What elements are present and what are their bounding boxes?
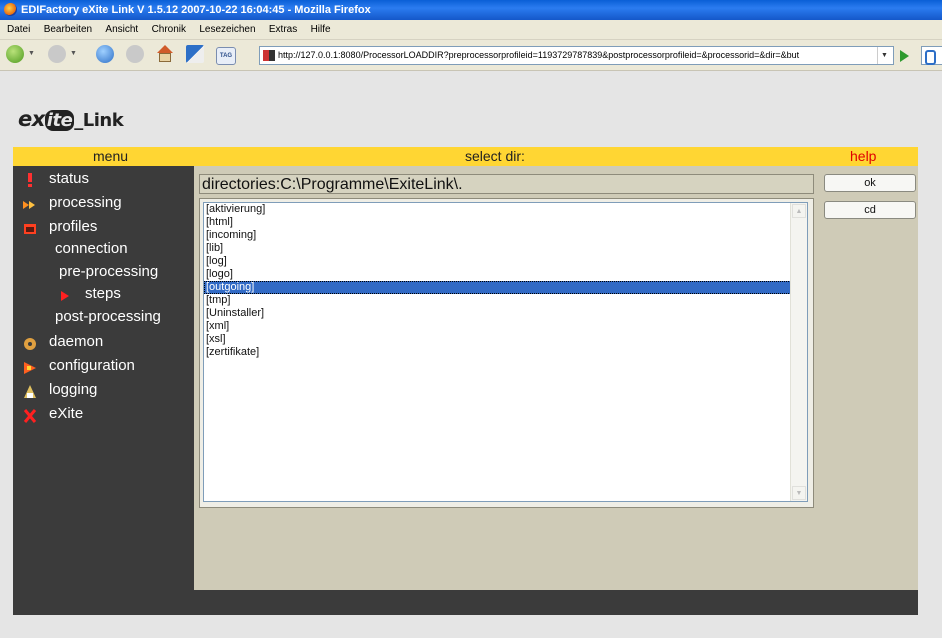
search-box[interactable]	[921, 46, 942, 65]
list-item[interactable]: [lib]	[204, 242, 807, 255]
forward-arrow-icon[interactable]	[48, 45, 66, 63]
listbox-scrollbar[interactable]: ▲ ▼	[790, 203, 807, 501]
scroll-up-icon[interactable]: ▲	[792, 204, 806, 218]
back-arrow-icon[interactable]	[6, 45, 24, 63]
exite-link-logo: ex ite _Link	[18, 107, 124, 131]
x-icon	[23, 409, 37, 423]
menu-ansicht[interactable]: Ansicht	[105, 20, 138, 39]
profile-icon	[23, 222, 36, 236]
url-text[interactable]: http://127.0.0.1:8080/ProcessorLOADDIR?p…	[278, 47, 874, 64]
list-item[interactable]: [zertifikate]	[204, 346, 807, 359]
menu-hilfe[interactable]: Hilfe	[311, 20, 331, 39]
list-item[interactable]: [logo]	[204, 268, 807, 281]
list-item[interactable]: [xml]	[204, 320, 807, 333]
forward-dropdown-icon[interactable]: ▼	[70, 50, 77, 57]
sidebar-item-daemon[interactable]: daemon	[49, 333, 103, 350]
tag-icon[interactable]: TAG	[216, 47, 236, 65]
help-link[interactable]: help	[850, 147, 876, 166]
sidebar-item-configuration[interactable]: configuration	[49, 357, 135, 374]
sidebar-item-steps[interactable]: steps	[85, 285, 121, 302]
back-dropdown-icon[interactable]: ▼	[28, 50, 35, 57]
home-icon[interactable]	[156, 45, 174, 63]
window-titlebar: EDIFactory eXite Link V 1.5.12 2007-10-2…	[0, 0, 942, 20]
ok-button[interactable]: ok	[824, 174, 916, 192]
sidebar-item-status[interactable]: status	[49, 170, 89, 187]
exclamation-icon	[24, 173, 36, 187]
list-item[interactable]: [aktivierung]	[204, 203, 807, 216]
list-item[interactable]: [html]	[204, 216, 807, 229]
daemon-icon	[23, 337, 36, 351]
list-item[interactable]: [Uninstaller]	[204, 307, 807, 320]
sidebar-item-profiles[interactable]: profiles	[49, 218, 97, 235]
firefox-icon	[4, 3, 17, 16]
sidebar-item-logging[interactable]: logging	[49, 381, 97, 398]
go-arrow-icon[interactable]	[900, 50, 909, 62]
site-favicon-icon	[263, 50, 275, 61]
logging-icon	[23, 385, 36, 399]
header-bar: menu select dir: help	[13, 147, 918, 166]
url-bar[interactable]: http://127.0.0.1:8080/ProcessorLOADDIR?p…	[259, 46, 894, 65]
footer-bar	[13, 590, 918, 615]
sidebar-item-exite[interactable]: eXite	[49, 405, 83, 422]
config-icon	[23, 361, 36, 375]
scroll-down-icon[interactable]: ▼	[792, 486, 806, 500]
triangle-right-icon	[61, 290, 73, 304]
menu-heading: menu	[93, 148, 129, 164]
cd-button[interactable]: cd	[824, 201, 916, 219]
menu-extras[interactable]: Extras	[269, 20, 297, 39]
list-item[interactable]: [outgoing]	[204, 281, 807, 294]
directory-listbox[interactable]: [aktivierung] [html] [incoming] [lib] [log][…	[203, 202, 808, 502]
page-title: select dir:	[465, 148, 525, 164]
list-item[interactable]: [xsl]	[204, 333, 807, 346]
arrows-icon	[23, 198, 35, 212]
list-item[interactable]: [incoming]	[204, 229, 807, 242]
sidebar-item-processing[interactable]: processing	[49, 194, 122, 211]
reload-icon[interactable]	[96, 45, 114, 63]
sidebar: status processing profiles connection pr…	[13, 166, 194, 590]
sidebar-item-pre-processing[interactable]: pre-processing	[59, 263, 158, 280]
menu-bar: Datei Bearbeiten Ansicht Chronik Lesezei…	[0, 20, 942, 40]
list-item[interactable]: [log]	[204, 255, 807, 268]
url-dropdown-icon[interactable]: ▼	[877, 47, 891, 64]
page-content: ex ite _Link menu select dir: help status …	[0, 71, 942, 638]
navigation-toolbar: ▼ ▼ TAG http://127.0.0.1:8080/ProcessorL…	[0, 40, 942, 71]
directories-path-label: directories:C:\Programme\ExiteLink\.	[199, 174, 814, 194]
stop-icon[interactable]	[126, 45, 144, 63]
menu-bearbeiten[interactable]: Bearbeiten	[44, 20, 92, 39]
main-content: directories:C:\Programme\ExiteLink\. [ak…	[194, 166, 918, 590]
list-item[interactable]: [tmp]	[204, 294, 807, 307]
menu-lesezeichen[interactable]: Lesezeichen	[199, 20, 255, 39]
menu-datei[interactable]: Datei	[7, 20, 30, 39]
sidebar-item-post-processing[interactable]: post-processing	[55, 308, 161, 325]
window-icon[interactable]	[186, 45, 204, 63]
directory-list-frame: [aktivierung] [html] [incoming] [lib] [log][…	[199, 198, 814, 508]
window-title: EDIFactory eXite Link V 1.5.12 2007-10-2…	[21, 4, 371, 16]
menu-chronik[interactable]: Chronik	[152, 20, 186, 39]
sidebar-item-connection[interactable]: connection	[55, 240, 128, 257]
